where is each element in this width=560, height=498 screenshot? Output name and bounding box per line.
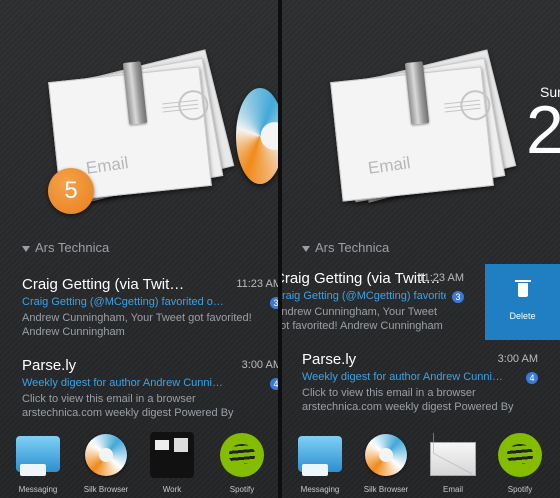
unread-count-badge: 5 — [48, 168, 94, 214]
collapse-triangle-icon — [22, 245, 30, 252]
section-header[interactable]: Ars Technica — [302, 240, 389, 255]
notification-time: 11:23 AM — [236, 278, 278, 290]
delete-button[interactable]: Delete — [485, 264, 560, 340]
notification-sender: Craig Getting (via Twitt… — [282, 270, 441, 287]
right-screen: Email Sun 2 Ars Technica Craig Getting (… — [282, 0, 560, 498]
notification-subject: Craig Getting (@MCgetting) favorited o… — [22, 296, 224, 308]
notification-subject: Craig Getting (@MCgetting) favorited o… — [282, 290, 446, 302]
thread-count-badge: 4 — [526, 372, 538, 384]
notification-preview: Andrew Cunningham, Your Tweet got favori… — [282, 306, 443, 333]
work-folder-icon — [150, 432, 194, 478]
section-header[interactable]: Ars Technica — [22, 240, 109, 255]
email-envelope-icon — [430, 442, 476, 476]
messaging-icon — [16, 436, 60, 476]
notification-item[interactable]: Parse.ly 3:00 AM Weekly digest for autho… — [302, 351, 538, 421]
thread-count-badge: 3 — [452, 291, 464, 303]
notification-sender: Parse.ly — [22, 357, 77, 374]
thread-count-badge: 3 — [270, 297, 278, 309]
notification-preview: Click to view this email in a browser ar… — [302, 387, 514, 414]
notification-item-swiped[interactable]: Craig Getting (via Twitt… 11:23 AM Craig… — [282, 270, 464, 340]
notification-item[interactable]: Craig Getting (via Twit… 11:23 AM Craig … — [22, 276, 278, 346]
notification-sender: Craig Getting (via Twit… — [22, 276, 185, 293]
app-dock: Messaging Silk Browser Email Spotify — [282, 430, 560, 498]
spotify-icon — [220, 433, 264, 477]
notification-subject: Weekly digest for author Andrew Cunni… — [302, 371, 503, 383]
trash-icon — [514, 280, 531, 297]
silk-browser-icon — [365, 434, 407, 476]
notification-subject: Weekly digest for author Andrew Cunni… — [22, 377, 223, 389]
email-carousel-card[interactable]: Email — [322, 48, 522, 203]
notification-item[interactable]: Parse.ly 3:00 AM Weekly digest for autho… — [22, 357, 278, 427]
silk-browser-icon — [85, 434, 127, 476]
silk-browser-carousel-card[interactable] — [236, 88, 278, 184]
notification-time: 3:00 AM — [241, 359, 278, 371]
messaging-icon — [298, 436, 342, 476]
left-screen: Email 5 Ars Technica Craig Getting (via … — [0, 0, 278, 498]
collapse-triangle-icon — [302, 245, 310, 252]
thread-count-badge: 4 — [270, 378, 278, 390]
clock-digits: 2 — [526, 92, 560, 168]
notification-preview: Click to view this email in a browser ar… — [22, 393, 234, 420]
app-dock: Messaging Silk Browser Work Spotify — [0, 430, 278, 498]
notification-preview: Andrew Cunningham, Your Tweet got favori… — [22, 312, 252, 339]
notification-time: 3:00 AM — [497, 353, 538, 365]
notification-time: 11:23 AM — [418, 272, 464, 284]
spotify-icon — [498, 433, 542, 477]
notification-sender: Parse.ly — [302, 351, 357, 368]
